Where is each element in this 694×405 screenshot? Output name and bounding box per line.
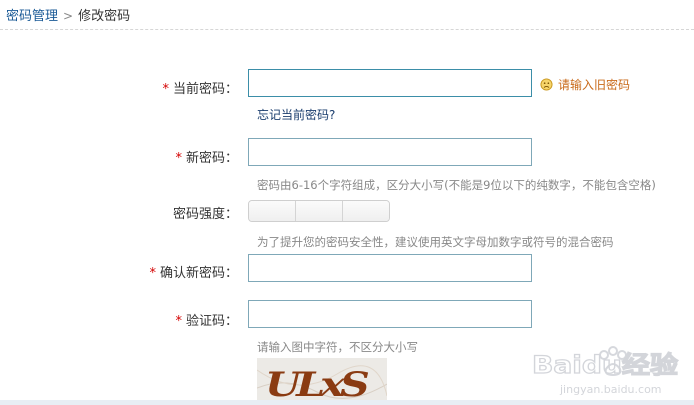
required-mark: * [175, 151, 182, 166]
bottom-strip [0, 400, 694, 405]
current-password-label: * 当前密码： [0, 78, 238, 97]
required-mark: * [162, 82, 169, 97]
strength-segment-strong [343, 201, 389, 221]
new-password-hint: 密码由6-16个字符组成，区分大小写(不能是9位以下的纯数字，不能包含空格) [257, 178, 656, 192]
new-password-label-text: 新密码： [185, 151, 238, 166]
new-password-input[interactable] [248, 138, 532, 166]
captcha-text: ULxS [265, 365, 369, 405]
baidu-paw-logo: Baidu经验 jingyan.baidu.com [531, 346, 679, 396]
captcha-image[interactable]: ULxS [257, 358, 387, 405]
watermark-url: jingyan.baidu.com [559, 383, 662, 396]
sad-face-icon [540, 78, 553, 91]
confirm-password-input[interactable] [248, 254, 532, 282]
page: 密码管理 > 修改密码 * 当前密码： 请输入旧密码 忘记当前密码? * 新密码： 密码… [0, 0, 694, 405]
breadcrumb-current: 修改密码 [78, 9, 131, 24]
captcha-label: * 验证码： [0, 310, 238, 329]
strength-segment-weak [249, 201, 296, 221]
captcha-label-text: 验证码： [185, 314, 238, 329]
header-divider [0, 29, 694, 30]
password-strength-hint: 为了提升您的密码安全性，建议使用英文字母加数字或符号的混合密码 [257, 235, 614, 249]
captcha-input[interactable] [248, 300, 532, 328]
required-mark: * [149, 266, 156, 281]
current-password-error-text: 请输入旧密码 [558, 78, 631, 92]
confirm-password-label-text: 确认新密码： [159, 266, 238, 281]
forgot-password-link[interactable]: 忘记当前密码? [257, 106, 335, 123]
confirm-password-label: * 确认新密码： [0, 262, 238, 281]
breadcrumb-password-management[interactable]: 密码管理 [6, 9, 58, 24]
strength-segment-medium [296, 201, 343, 221]
captcha-hint: 请输入图中字符，不区分大小写 [257, 340, 418, 354]
watermark-brand: Baidu经验 [532, 351, 678, 379]
password-strength-label: 密码强度： [0, 203, 238, 222]
breadcrumb-separator: > [63, 9, 74, 23]
breadcrumb: 密码管理 > 修改密码 [6, 6, 130, 26]
current-password-label-text: 当前密码： [172, 82, 238, 97]
new-password-label: * 新密码： [0, 147, 238, 166]
baidu-watermark: Baidu经验 jingyan.baidu.com [530, 339, 680, 399]
password-strength-label-text: 密码强度： [172, 207, 238, 222]
captcha-graphic: ULxS [257, 365, 387, 405]
current-password-error: 请输入旧密码 [540, 77, 630, 93]
required-mark: * [175, 314, 182, 329]
current-password-input[interactable] [248, 69, 532, 97]
password-strength-meter [248, 200, 390, 222]
